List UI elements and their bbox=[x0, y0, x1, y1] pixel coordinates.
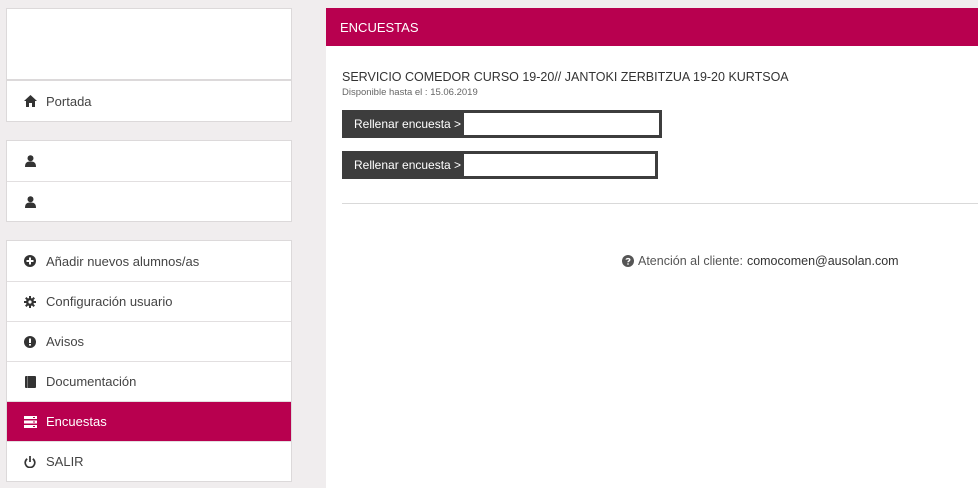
sidebar-item-logout[interactable]: SALIR bbox=[7, 441, 291, 481]
sidebar-item-label: Avisos bbox=[46, 334, 85, 349]
sidebar-item-label: Configuración usuario bbox=[46, 294, 173, 309]
sidebar-item-portada[interactable]: Portada bbox=[7, 81, 291, 121]
menu-panel: Añadir nuevos alumnos/as Configuración u… bbox=[6, 240, 292, 482]
power-icon bbox=[22, 454, 38, 470]
users-panel bbox=[6, 140, 292, 222]
page: Portada Añadir nuevos alumnos/as Configu… bbox=[0, 0, 978, 488]
user-icon bbox=[22, 194, 38, 210]
list-icon bbox=[22, 414, 38, 430]
sidebar-item-label: Añadir nuevos alumnos/as bbox=[46, 253, 200, 269]
sidebar-item-user-2[interactable] bbox=[7, 181, 291, 221]
survey-availability: Disponible hasta el : 15.06.2019 bbox=[342, 87, 478, 98]
sidebar-item-notices[interactable]: Avisos bbox=[7, 321, 291, 361]
sidebar-item-label: SALIR bbox=[46, 454, 84, 469]
survey-title: SERVICIO COMEDOR CURSO 19-20// JANTOKI Z… bbox=[342, 70, 789, 84]
sidebar-item-add-students[interactable]: Añadir nuevos alumnos/as bbox=[7, 241, 291, 281]
book-icon bbox=[22, 374, 38, 390]
fill-survey-button[interactable]: Rellenar encuesta > bbox=[342, 110, 662, 138]
fill-survey-field bbox=[464, 113, 659, 135]
sidebar-item-label: Documentación bbox=[46, 374, 137, 389]
fill-survey-field bbox=[464, 154, 655, 176]
user-icon bbox=[22, 153, 38, 169]
page-title: ENCUESTAS bbox=[340, 19, 419, 35]
logo-area bbox=[6, 8, 292, 80]
sidebar-item-label: Encuestas bbox=[46, 414, 107, 429]
home-panel: Portada bbox=[6, 80, 292, 122]
question-icon bbox=[622, 255, 634, 267]
customer-support: Atención al cliente: comocomen@ausolan.c… bbox=[622, 254, 899, 268]
gear-icon bbox=[22, 294, 38, 310]
support-email[interactable]: comocomen@ausolan.com bbox=[747, 254, 899, 268]
fill-survey-label: Rellenar encuesta > bbox=[354, 117, 462, 131]
sidebar-item-label: Portada bbox=[46, 93, 92, 109]
sidebar: Portada Añadir nuevos alumnos/as Configu… bbox=[6, 8, 292, 482]
sidebar-item-user-1[interactable] bbox=[7, 141, 291, 181]
sidebar-item-user-settings[interactable]: Configuración usuario bbox=[7, 281, 291, 321]
fill-survey-label: Rellenar encuesta > bbox=[354, 158, 462, 172]
page-header: ENCUESTAS bbox=[326, 8, 978, 46]
alert-icon bbox=[22, 334, 38, 350]
sidebar-item-documentation[interactable]: Documentación bbox=[7, 361, 291, 401]
home-icon bbox=[22, 93, 38, 109]
sidebar-item-surveys[interactable]: Encuestas bbox=[7, 401, 291, 441]
main-content: ENCUESTAS SERVICIO COMEDOR CURSO 19-20//… bbox=[326, 8, 978, 488]
plus-circle-icon bbox=[22, 253, 38, 269]
divider bbox=[342, 203, 978, 204]
fill-survey-button[interactable]: Rellenar encuesta > bbox=[342, 151, 658, 179]
support-label: Atención al cliente: bbox=[638, 254, 743, 268]
